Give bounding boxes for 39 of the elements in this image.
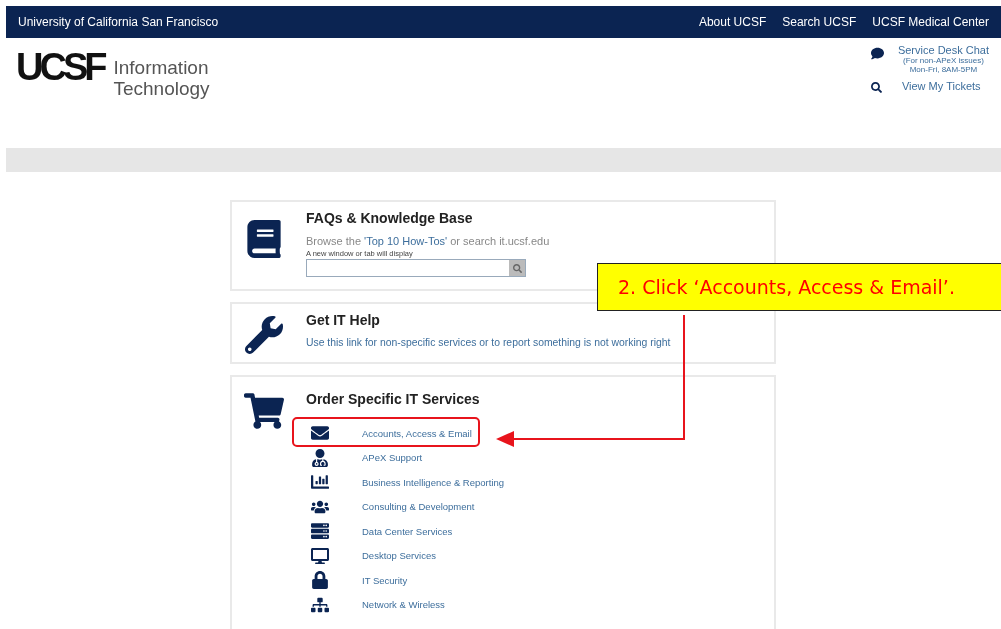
service-icon <box>311 424 329 443</box>
chat-icon <box>870 47 884 60</box>
view-tickets-link[interactable]: View My Tickets <box>901 80 981 92</box>
service-link[interactable]: Network & Wireless <box>298 592 505 617</box>
service-link[interactable]: Desktop Services <box>298 543 505 568</box>
top-link[interactable]: UCSF Medical Center <box>872 15 989 29</box>
logo[interactable]: UCSF <box>16 48 104 86</box>
service-icon <box>311 448 329 467</box>
service-icon <box>311 522 329 541</box>
card-title: Get IT Help <box>306 312 381 328</box>
top-link[interactable]: About UCSF <box>698 15 767 29</box>
service-link[interactable]: IT Security <box>298 568 505 593</box>
university-name: University of California San Francisco <box>18 15 219 29</box>
card-title: Order Specific IT Services <box>306 391 481 407</box>
service-link[interactable]: Data Center Services <box>298 519 505 544</box>
how-tos-link[interactable]: 'Top 10 How-Tos' <box>364 235 448 247</box>
service-desk-chat-link[interactable]: Service Desk Chat (For non-APeX issues) Mon-Fri, 8AM-5PM <box>897 44 989 74</box>
cart-icon <box>244 391 284 431</box>
search-field[interactable] <box>306 259 526 277</box>
search-icon <box>870 82 882 93</box>
search-button[interactable] <box>509 260 525 276</box>
callout-text: 2. Click ‘Accounts, Access & Email’. <box>618 276 955 298</box>
help-link[interactable]: Use this link for non-specific services or to report something is not working right <box>306 337 671 348</box>
service-link[interactable]: Business Intelligence & Reporting <box>298 470 505 495</box>
logo-subtitle: Technology <box>113 78 210 99</box>
service-link[interactable]: Accounts, Access & Email <box>298 421 505 446</box>
service-icon <box>311 546 329 565</box>
service-icon <box>311 473 329 492</box>
top-link[interactable]: Search UCSF <box>782 15 857 29</box>
service-link[interactable]: Consulting & Development <box>298 494 505 519</box>
service-link[interactable]: APeX Support <box>298 445 505 470</box>
service-icon <box>311 595 329 614</box>
faq-text: Browse the 'Top 10 How-Tos' or search it.ucsf.edu <box>306 235 550 247</box>
service-icon <box>311 571 329 590</box>
book-icon <box>245 220 283 258</box>
logo-subtitle: Information <box>113 57 210 78</box>
search-icon <box>512 263 522 273</box>
wrench-icon <box>245 316 283 354</box>
card-title: FAQs & Knowledge Base <box>306 210 474 226</box>
